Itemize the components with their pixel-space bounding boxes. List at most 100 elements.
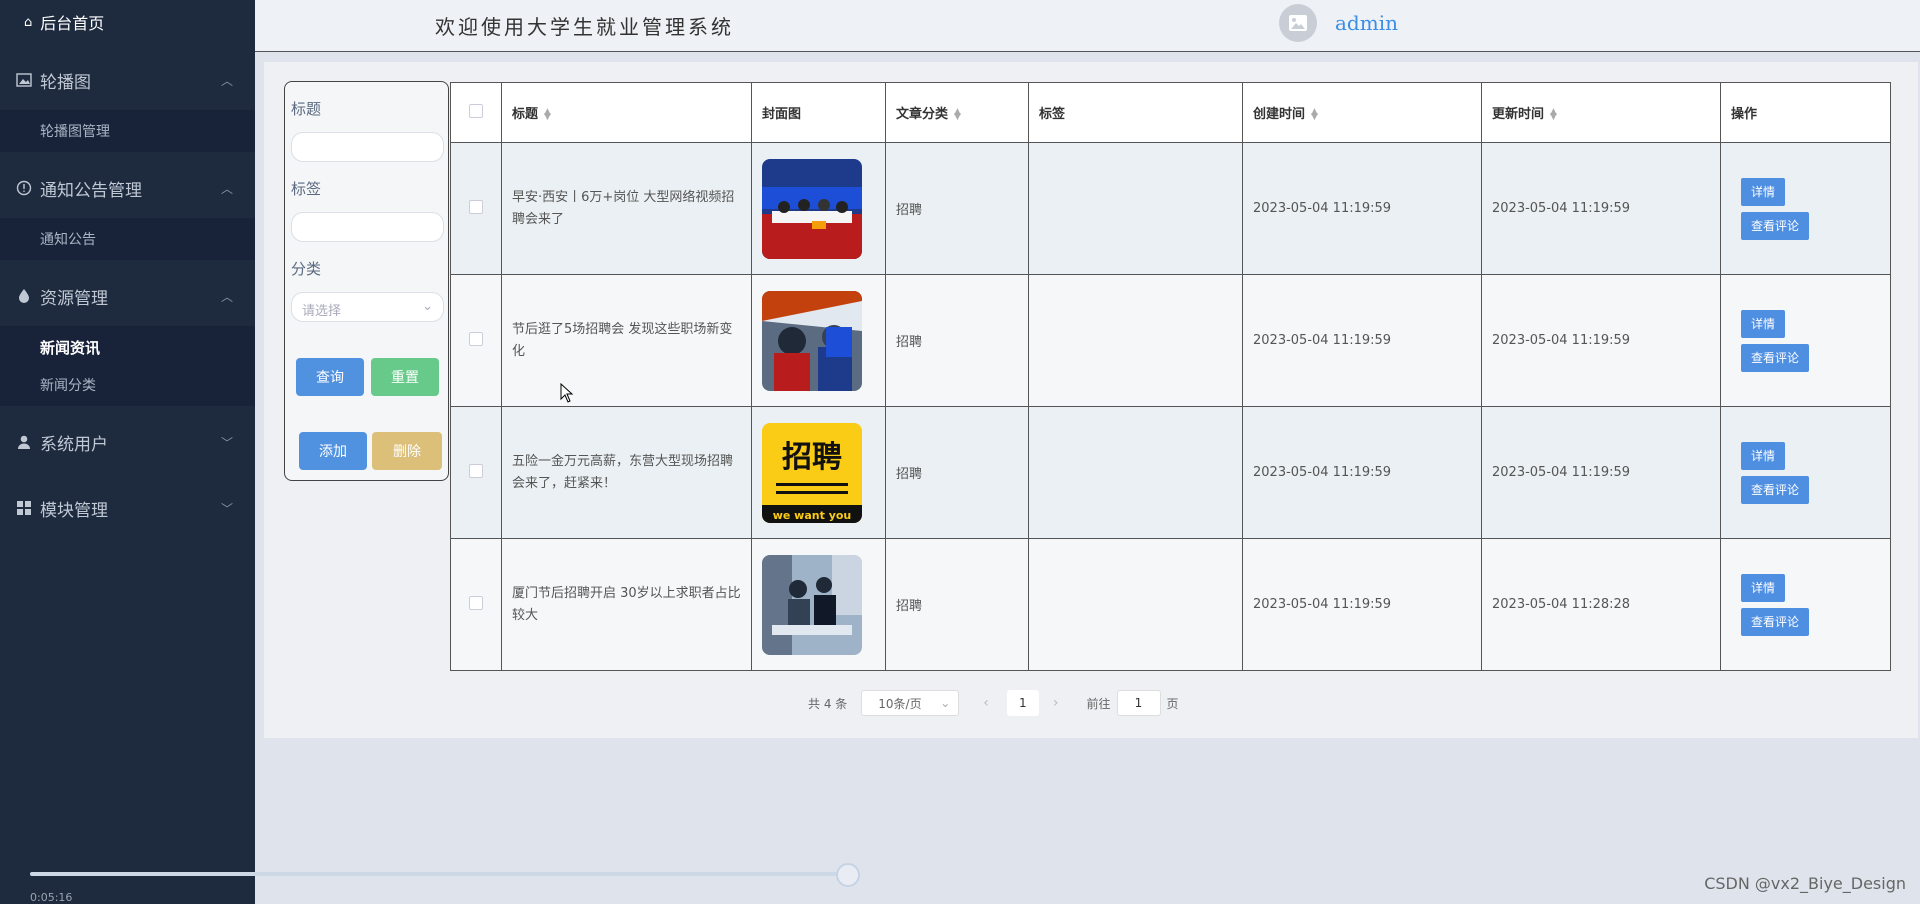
row-title: 厦门节后招聘开启 30岁以上求职者占比较大 — [501, 538, 752, 671]
view-comments-button[interactable]: 查看评论 — [1741, 211, 1810, 240]
detail-button[interactable]: 详情 — [1741, 309, 1786, 338]
view-comments-button[interactable]: 查看评论 — [1741, 475, 1810, 504]
image-icon — [16, 73, 32, 87]
row-checkbox[interactable] — [469, 331, 483, 346]
select-all-checkbox[interactable] — [469, 103, 483, 118]
add-button[interactable]: 添加 — [299, 432, 367, 470]
home-icon: ⌂ — [24, 14, 33, 30]
table-row: 五险一金万元高薪，东营大型现场招聘会来了，赶紧来！ 招聘 we want you … — [450, 406, 1891, 539]
sidebar-item-notice[interactable]: 通知公告 — [0, 218, 255, 260]
column-header-label: 操作 — [1731, 107, 1758, 122]
category-placeholder: 请选择 — [302, 304, 342, 319]
page-number[interactable]: 1 — [1006, 690, 1039, 716]
title-input[interactable] — [291, 132, 444, 162]
column-header-label: 标签 — [1039, 107, 1066, 122]
delete-button[interactable]: 删除 — [372, 432, 442, 470]
goto-page-value: 1 — [1134, 696, 1143, 710]
detail-button[interactable]: 详情 — [1741, 441, 1786, 470]
column-header-title[interactable]: 标题 ▲ ▼ — [501, 82, 752, 143]
row-updated: 2023-05-04 11:19:59 — [1481, 274, 1721, 407]
sidebar-home[interactable]: ⌂ 后台首页 — [0, 0, 255, 44]
column-header-updated[interactable]: 更新时间 ▲ ▼ — [1481, 82, 1721, 143]
video-progress-bar[interactable] — [30, 872, 848, 876]
chevron-up-icon: ︿ — [220, 181, 233, 196]
row-created: 2023-05-04 11:19:59 — [1242, 538, 1482, 671]
sidebar-item-carousel-manage[interactable]: 轮播图管理 — [0, 110, 255, 152]
row-updated: 2023-05-04 11:28:28 — [1481, 538, 1721, 671]
tag-input[interactable] — [291, 212, 444, 242]
page-number-label: 1 — [1019, 696, 1027, 710]
avatar[interactable] — [1279, 4, 1317, 42]
image-icon — [1289, 15, 1307, 31]
detail-button[interactable]: 详情 — [1741, 177, 1786, 206]
column-header-category[interactable]: 文章分类 ▲ ▼ — [885, 82, 1029, 143]
column-header-actions: 操作 — [1720, 82, 1891, 143]
column-header-tag: 标签 — [1028, 82, 1243, 143]
sort-icon[interactable]: ▲ ▼ — [1311, 107, 1318, 121]
goto-page-input[interactable]: 1 — [1116, 690, 1161, 716]
table-row: 厦门节后招聘开启 30岁以上求职者占比较大 招聘 2023-05-04 11:1… — [450, 538, 1891, 671]
row-category: 招聘 — [885, 142, 1029, 275]
thumb-text-1: 招聘 — [782, 440, 842, 475]
sidebar-group-modules[interactable]: 模块管理 ﹀ — [0, 478, 255, 538]
query-button[interactable]: 查询 — [296, 358, 364, 396]
sidebar-group-resources[interactable]: 资源管理 ︿ — [0, 266, 255, 326]
video-progress-handle[interactable] — [836, 863, 860, 887]
username[interactable]: admin — [1335, 11, 1398, 35]
reset-button[interactable]: 重置 — [371, 358, 439, 396]
row-updated: 2023-05-04 11:19:59 — [1481, 142, 1721, 275]
category-select[interactable]: 请选择 ⌄ — [291, 292, 444, 322]
news-table: 标题 ▲ ▼ 封面图 文章分类 ▲ ▼ 标签 创建时间 ▲ ▼ 更新时间 ▲ ▼ 操作 早安·西… — [450, 82, 1891, 671]
view-comments-button[interactable]: 查看评论 — [1741, 343, 1810, 372]
sidebar-item-label: 新闻分类 — [40, 378, 96, 394]
row-tag — [1028, 406, 1243, 539]
chevron-down-icon: ﹀ — [220, 501, 233, 516]
grid-icon — [17, 501, 31, 515]
total-count: 共 4 条 — [808, 696, 848, 711]
sidebar-item-news[interactable]: 新闻资讯 — [0, 326, 255, 368]
title-label: 标题 — [291, 100, 322, 118]
row-tag — [1028, 274, 1243, 407]
sort-icon[interactable]: ▲ ▼ — [954, 107, 961, 121]
row-category: 招聘 — [885, 274, 1029, 407]
watermark: CSDN @vx2_Biye_Design — [1704, 874, 1906, 893]
info-icon — [16, 180, 32, 196]
table-row: 节后逛了5场招聘会 发现这些职场新变化 招聘 2023-05-04 11:19:… — [450, 274, 1891, 407]
sidebar-group-users[interactable]: 系统用户 ﹀ — [0, 412, 255, 472]
header: 欢迎使用大学生就业管理系统 admin — [255, 0, 1920, 52]
sidebar-group-notice[interactable]: 通知公告管理 ︿ — [0, 158, 255, 218]
column-header-cover: 封面图 — [751, 82, 886, 143]
chevron-up-icon: ︿ — [220, 289, 233, 304]
next-page-icon[interactable]: › — [1053, 695, 1059, 711]
sort-icon[interactable]: ▲ ▼ — [544, 107, 551, 121]
sidebar-group-label: 资源管理 — [40, 288, 108, 309]
page-size-select[interactable]: 10条/页 ⌄ — [861, 690, 960, 716]
pagination: 共 4 条 10条/页 ⌄ ‹ 1 › 前往 1 页 — [808, 690, 1179, 716]
sort-icon[interactable]: ▲ ▼ — [1550, 107, 1557, 121]
row-created: 2023-05-04 11:19:59 — [1242, 274, 1482, 407]
sidebar: ⌂ 后台首页 轮播图 ︿ 轮播图管理 通知公告管理 ︿ 通知公告 资源管理 ︿ … — [0, 0, 255, 904]
sidebar-group-label: 通知公告管理 — [40, 180, 142, 201]
column-header-label: 封面图 — [762, 107, 802, 122]
chevron-up-icon: ︿ — [220, 73, 233, 88]
view-comments-button[interactable]: 查看评论 — [1741, 607, 1810, 636]
cover-image — [762, 158, 862, 259]
detail-button[interactable]: 详情 — [1741, 573, 1786, 602]
row-title: 五险一金万元高薪，东营大型现场招聘会来了，赶紧来！ — [501, 406, 752, 539]
prev-page-icon[interactable]: ‹ — [983, 695, 989, 711]
sidebar-group-carousel[interactable]: 轮播图 ︿ — [0, 50, 255, 110]
video-time: 0:05:16 — [30, 891, 73, 904]
row-checkbox[interactable] — [469, 463, 483, 478]
column-header-created[interactable]: 创建时间 ▲ ▼ — [1242, 82, 1482, 143]
row-checkbox[interactable] — [469, 595, 483, 610]
row-checkbox[interactable] — [469, 199, 483, 214]
user-icon — [18, 435, 30, 449]
page-size-value: 10条/页 — [878, 696, 922, 711]
row-created: 2023-05-04 11:19:59 — [1242, 142, 1482, 275]
row-tag — [1028, 142, 1243, 275]
sidebar-item-news-category[interactable]: 新闻分类 — [0, 364, 255, 406]
goto-prefix: 前往 — [1086, 696, 1111, 711]
drop-icon — [19, 289, 29, 303]
tag-label: 标签 — [291, 180, 322, 198]
table-header-row: 标题 ▲ ▼ 封面图 文章分类 ▲ ▼ 标签 创建时间 ▲ ▼ 更新时间 ▲ ▼ 操作 — [450, 82, 1891, 143]
